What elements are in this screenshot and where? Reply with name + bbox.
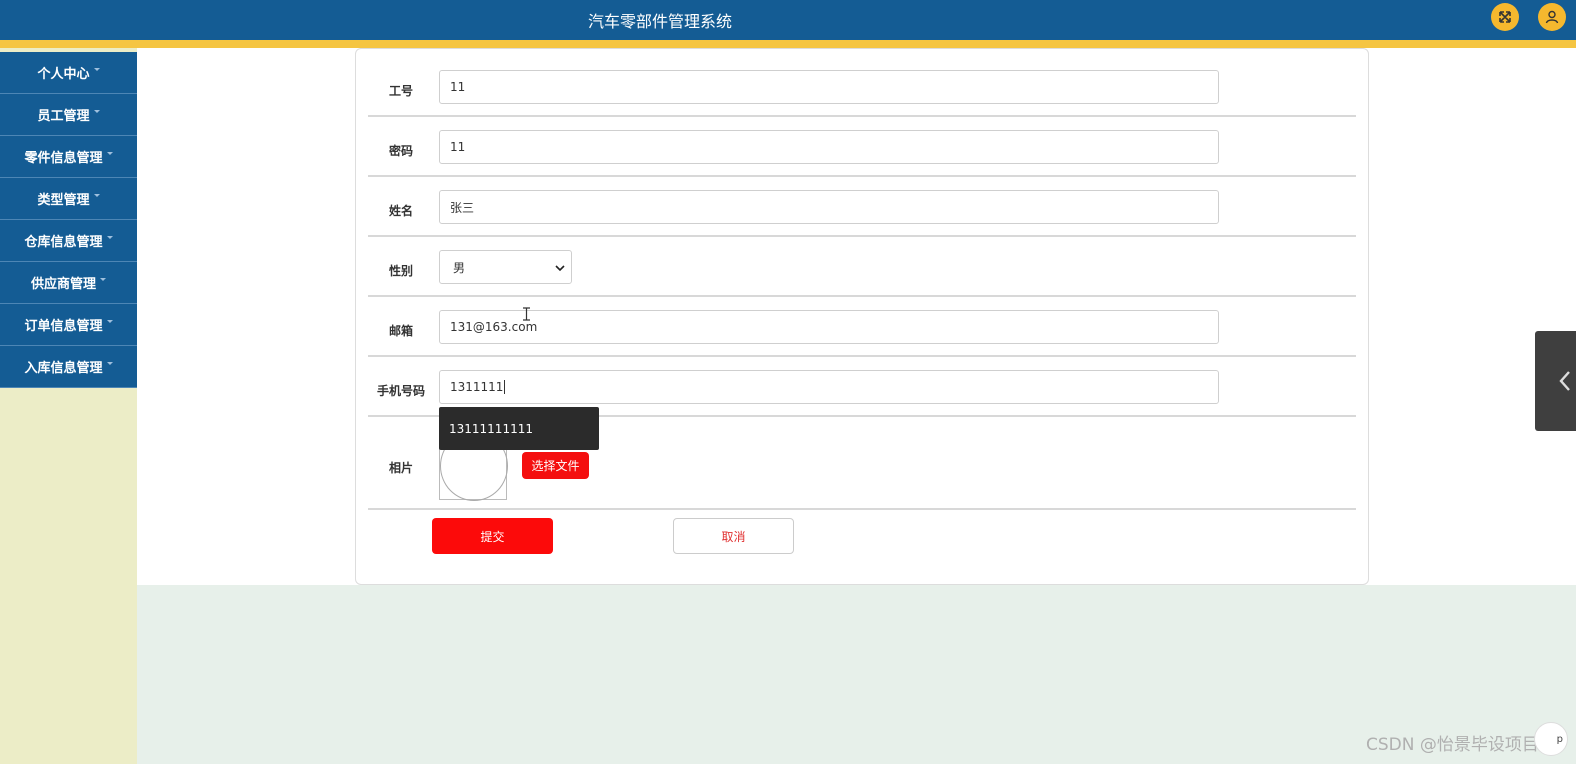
caret-down-icon	[93, 110, 100, 113]
gender-value: 男	[453, 260, 466, 275]
choose-file-button[interactable]: 选择文件	[522, 452, 589, 479]
caret-down-icon	[93, 68, 100, 71]
caret-down-icon	[106, 152, 113, 155]
top-bar: 汽车零部件管理系统	[0, 0, 1576, 40]
expand-icon	[1499, 11, 1511, 23]
user-icon	[1545, 10, 1559, 24]
sidebar-item-personal-center[interactable]: 个人中心	[0, 52, 137, 94]
email-input[interactable]: 131@163.com	[439, 310, 1219, 344]
sidebar-item-type-management[interactable]: 类型管理	[0, 178, 137, 220]
chevron-down-icon	[555, 265, 565, 272]
side-panel-toggle[interactable]	[1535, 331, 1576, 431]
name-value: 张三	[450, 200, 475, 215]
password-label: 密码	[388, 144, 413, 158]
text-caret	[504, 380, 506, 394]
user-button[interactable]	[1538, 3, 1566, 31]
fullscreen-button[interactable]	[1491, 3, 1519, 31]
sidebar-item-employee-management[interactable]: 员工管理	[0, 94, 137, 136]
gender-label: 性别	[388, 264, 413, 278]
email-label: 邮箱	[388, 324, 413, 338]
password-input[interactable]: 11	[439, 130, 1219, 164]
caret-down-icon	[100, 278, 106, 281]
photo-label: 相片	[388, 461, 413, 475]
chevron-left-icon	[1559, 371, 1570, 391]
autocomplete-suggestion[interactable]: 13111111111	[439, 407, 599, 450]
phone-value: 1311111	[450, 380, 504, 394]
sidebar-item-label: 入库信息管理	[24, 361, 103, 376]
sidebar: 个人中心 员工管理 零件信息管理 类型管理 仓库信息管理 供应商管理 订单信息管…	[0, 48, 137, 764]
submit-button[interactable]: 提交	[432, 518, 553, 554]
form-row-gender: 性别 男	[368, 237, 1356, 297]
phone-label: 手机号码	[376, 384, 425, 398]
form-row-email: 邮箱 131@163.com	[368, 297, 1356, 357]
sidebar-item-label: 仓库信息管理	[24, 235, 103, 250]
gender-select[interactable]: 男	[439, 250, 572, 284]
sidebar-item-label: 订单信息管理	[24, 319, 103, 334]
corner-button[interactable]: p	[1534, 722, 1568, 756]
watermark: CSDN @怡景毕设项目	[1366, 735, 1539, 755]
sidebar-item-stock-in-info[interactable]: 入库信息管理	[0, 346, 137, 388]
cancel-button[interactable]: 取消	[673, 518, 794, 554]
caret-down-icon	[106, 320, 113, 323]
sidebar-item-label: 个人中心	[37, 67, 90, 82]
sidebar-item-label: 零件信息管理	[24, 151, 103, 166]
sidebar-item-order-info[interactable]: 订单信息管理	[0, 304, 137, 346]
header-stripe	[0, 40, 1576, 48]
name-input[interactable]: 张三	[439, 190, 1219, 224]
sidebar-item-parts-info[interactable]: 零件信息管理	[0, 136, 137, 178]
text-cursor-icon	[523, 307, 530, 321]
name-label: 姓名	[388, 204, 413, 218]
caret-down-icon	[106, 362, 113, 365]
sidebar-menu: 个人中心 员工管理 零件信息管理 类型管理 仓库信息管理 供应商管理 订单信息管…	[0, 52, 137, 388]
form-row-password: 密码 11	[368, 117, 1356, 177]
employee-id-input[interactable]: 11	[439, 70, 1219, 104]
app-title: 汽车零部件管理系统	[587, 12, 732, 31]
sidebar-item-label: 员工管理	[37, 109, 90, 124]
employee-id-label: 工号	[388, 84, 413, 98]
employee-id-value: 11	[450, 80, 466, 94]
email-value: 131@163.com	[450, 320, 538, 334]
sidebar-item-label: 供应商管理	[30, 277, 96, 292]
sidebar-item-label: 类型管理	[37, 193, 90, 208]
password-value: 11	[450, 140, 466, 154]
form-row-name: 姓名 张三	[368, 177, 1356, 237]
form-row-employee-id: 工号 11	[368, 57, 1356, 117]
caret-down-icon	[106, 236, 113, 239]
phone-input[interactable]: 1311111	[439, 370, 1219, 404]
caret-down-icon	[93, 194, 100, 197]
sidebar-item-supplier-management[interactable]: 供应商管理	[0, 262, 137, 304]
sidebar-item-warehouse-info[interactable]: 仓库信息管理	[0, 220, 137, 262]
